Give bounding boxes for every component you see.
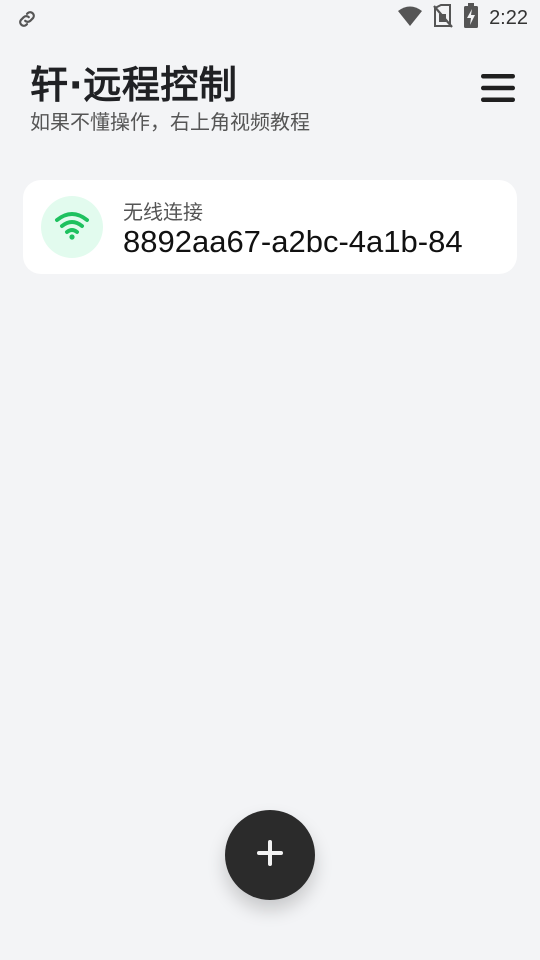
- menu-button[interactable]: [480, 72, 516, 108]
- page-title: 轩·远程控制: [30, 63, 238, 107]
- device-connection-type: 无线连接: [123, 200, 203, 224]
- hamburger-menu-icon: [481, 73, 515, 107]
- status-bar: 2:22: [0, 0, 540, 36]
- wifi-icon: [54, 210, 90, 244]
- status-time: 2:22: [489, 6, 528, 29]
- page-subtitle: 如果不懂操作，右上角视频教程: [30, 110, 310, 134]
- battery-charging-icon: [463, 3, 479, 33]
- link-icon: [16, 8, 38, 30]
- device-icon-badge: [41, 196, 103, 258]
- add-device-button[interactable]: [225, 810, 315, 900]
- device-id: 8892aa67-a2bc-4a1b-84: [123, 224, 463, 259]
- wifi-signal-icon: [397, 5, 423, 31]
- plus-icon: [254, 837, 286, 873]
- no-sim-icon: [433, 4, 453, 32]
- device-card[interactable]: 无线连接 8892aa67-a2bc-4a1b-84: [23, 180, 517, 274]
